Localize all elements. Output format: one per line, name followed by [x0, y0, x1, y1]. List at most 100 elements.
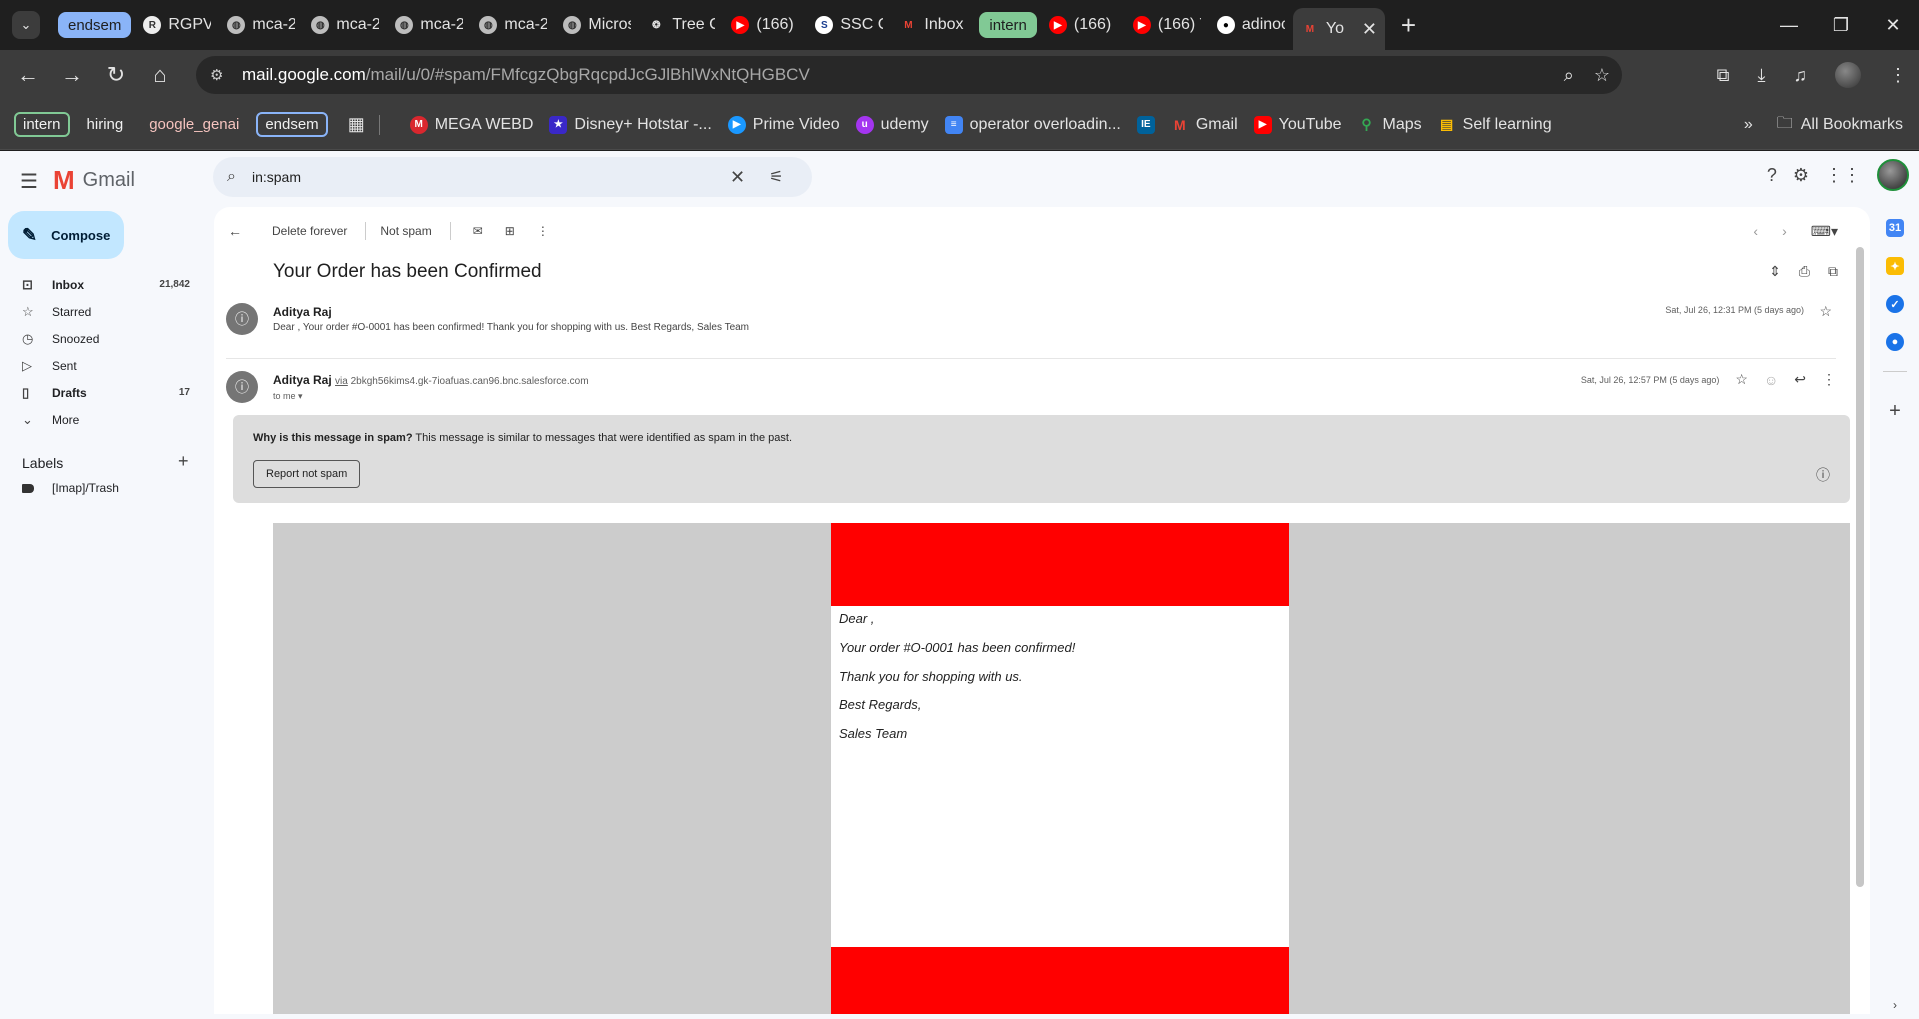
chrome-menu-icon[interactable]: ⋮ — [1889, 65, 1907, 86]
tab-mca-2[interactable]: ◍ mca-2 — [303, 7, 387, 43]
hide-side-panel-icon[interactable]: › — [1893, 998, 1897, 1012]
mail-search-bar[interactable]: ⌕ ✕ ⚟ — [213, 157, 812, 197]
bookmark-gmail[interactable]: M Gmail — [1171, 116, 1238, 134]
tasks-icon[interactable]: ✓ — [1886, 295, 1904, 313]
tab-mca-2[interactable]: ◍ mca-2 — [471, 7, 555, 43]
recipients-toggle[interactable]: to me ▾ — [273, 391, 303, 402]
account-avatar[interactable] — [1877, 159, 1909, 191]
search-icon[interactable]: ⌕ — [227, 168, 236, 186]
main-menu-icon[interactable]: ☰ — [20, 169, 38, 194]
bookmark-self-learning[interactable]: ▤ Self learning — [1438, 116, 1552, 134]
tab--166-[interactable]: ▶ (166) — [1041, 7, 1125, 43]
print-icon[interactable]: ⎙ — [1799, 263, 1810, 280]
mark-unread-icon[interactable]: ✉ — [473, 224, 483, 238]
collapsed-message[interactable]: ⓘ Aditya Raj Dear , Your order #O-0001 h… — [226, 295, 1836, 359]
reload-icon[interactable]: ↻ — [94, 62, 138, 88]
forward-icon[interactable]: → — [50, 62, 94, 88]
nav-drafts[interactable]: ▯ Drafts 17 — [0, 379, 200, 406]
bookmark-star-icon[interactable]: ☆ — [1594, 65, 1610, 86]
bookmark-disney-hotstar[interactable]: ★ Disney+ Hotstar -... — [549, 115, 712, 134]
tab--166-[interactable]: ▶ (166) — [723, 7, 807, 43]
bookmark-maps[interactable]: ⚲ Maps — [1358, 116, 1421, 134]
more-icon[interactable]: ⋮ — [1822, 371, 1836, 388]
tab-adinoc[interactable]: ● adinoc — [1209, 7, 1293, 43]
zoom-icon[interactable]: ⌕ — [1564, 65, 1574, 86]
download-icon[interactable]: ⤓ — [1758, 65, 1766, 86]
star-icon[interactable]: ☆ — [1819, 303, 1832, 320]
bookmark-group-google-genai[interactable]: google_genai — [140, 112, 248, 137]
older-icon[interactable]: › — [1782, 223, 1787, 239]
calendar-icon[interactable]: 31 — [1886, 219, 1904, 237]
bookmark-operator-overloadin[interactable]: ≡ operator overloadin... — [944, 115, 1121, 134]
label-imap-trash[interactable]: [Imap]/Trash — [22, 481, 119, 495]
emoji-react-icon[interactable]: ☺ — [1764, 372, 1778, 388]
settings-icon[interactable]: ⚙ — [1793, 165, 1809, 186]
info-icon[interactable]: ⓘ — [1816, 465, 1830, 485]
more-bookmarks-icon[interactable]: » — [1744, 116, 1753, 134]
tab-rgpv[interactable]: R RGPV — [135, 7, 219, 43]
not-spam-button[interactable]: Not spam — [380, 224, 431, 238]
tab-search-button[interactable]: ⌄ — [12, 11, 40, 39]
tab-mca-2[interactable]: ◍ mca-2 — [219, 7, 303, 43]
url-text[interactable]: mail.google.com/mail/u/0/#spam/FMfcgzQbg… — [242, 65, 810, 85]
minimize-icon[interactable]: — — [1763, 15, 1815, 36]
input-tools-icon[interactable]: ⌨▾ — [1811, 223, 1838, 240]
bookmark-ieee[interactable]: IE — [1136, 115, 1155, 134]
media-control-icon[interactable]: ♫ — [1794, 65, 1808, 86]
expand-all-icon[interactable]: ⇕ — [1769, 263, 1781, 280]
nav-inbox[interactable]: ⊡ Inbox 21,842 — [0, 271, 200, 298]
tab-mca-2[interactable]: ◍ mca-2 — [387, 7, 471, 43]
more-actions-icon[interactable]: ⋮ — [537, 224, 549, 238]
apps-grid-icon[interactable]: ▦ — [348, 114, 365, 135]
newer-icon[interactable]: ‹ — [1753, 223, 1758, 239]
get-addons-icon[interactable]: + — [1889, 400, 1901, 423]
bookmark-mega-webd[interactable]: M MEGA WEBD — [409, 115, 533, 134]
star-icon[interactable]: ☆ — [1735, 371, 1748, 388]
add-label-icon[interactable]: + — [178, 451, 189, 472]
compose-button[interactable]: ✎ Compose — [8, 211, 124, 259]
tab-tree-c[interactable]: ❂ Tree C — [639, 7, 723, 43]
tab-group-endsem[interactable]: endsem — [58, 12, 132, 38]
new-tab-button[interactable]: + — [1401, 12, 1416, 38]
bookmark-prime-video[interactable]: ▶ Prime Video — [727, 115, 840, 134]
tab--166-y[interactable]: ▶ (166) Y — [1125, 7, 1209, 43]
nav-more[interactable]: ⌄ More — [0, 406, 200, 433]
reply-icon[interactable]: ↩ — [1794, 371, 1806, 388]
report-not-spam-button[interactable]: Report not spam — [253, 460, 361, 488]
site-info-icon[interactable]: ⚙ — [210, 66, 230, 84]
address-bar[interactable]: ⚙ mail.google.com/mail/u/0/#spam/FMfcgzQ… — [196, 56, 1622, 94]
bookmark-youtube[interactable]: ▶ YouTube — [1253, 115, 1342, 134]
tab-group-intern[interactable]: intern — [979, 12, 1037, 38]
close-window-icon[interactable]: ✕ — [1867, 15, 1919, 36]
bookmark-group-endsem[interactable]: endsem — [256, 112, 328, 137]
scrollbar[interactable] — [1856, 247, 1864, 887]
keep-icon[interactable]: ✦ — [1886, 257, 1904, 275]
bookmark-udemy[interactable]: u udemy — [855, 115, 929, 134]
move-to-icon[interactable]: ⊞ — [505, 224, 515, 238]
tab-micros[interactable]: ◍ Micros — [555, 7, 639, 43]
gmail-logo[interactable]: M Gmail — [53, 165, 135, 196]
tab-ssc-c[interactable]: S SSC C — [807, 7, 891, 43]
delete-forever-button[interactable]: Delete forever — [272, 224, 347, 238]
profile-avatar[interactable] — [1835, 62, 1861, 88]
nav-snoozed[interactable]: ◷ Snoozed — [0, 325, 200, 352]
back-icon[interactable]: ← — [6, 62, 50, 88]
help-icon[interactable]: ? — [1767, 165, 1777, 186]
close-tab-icon[interactable]: ✕ — [1362, 19, 1377, 40]
bookmark-group-hiring[interactable]: hiring — [78, 112, 133, 137]
home-icon[interactable]: ⌂ — [138, 62, 182, 88]
open-new-window-icon[interactable]: ⧉ — [1828, 263, 1838, 280]
search-options-icon[interactable]: ⚟ — [769, 167, 783, 187]
nav-sent[interactable]: ▷ Sent — [0, 352, 200, 379]
google-apps-icon[interactable]: ⋮⋮ — [1825, 165, 1861, 186]
tab-yo[interactable]: M Yo ✕ — [1292, 8, 1385, 50]
all-bookmarks[interactable]: 🗀 All Bookmarks — [1777, 112, 1903, 139]
bookmark-group-intern[interactable]: intern — [14, 112, 70, 137]
back-to-list-icon[interactable]: ← — [228, 223, 242, 239]
nav-starred[interactable]: ☆ Starred — [0, 298, 200, 325]
extensions-icon[interactable]: ⧉ — [1717, 65, 1730, 86]
contacts-icon[interactable]: ● — [1886, 333, 1904, 351]
tab-inbox[interactable]: M Inbox — [891, 7, 975, 43]
restore-icon[interactable]: ❐ — [1815, 15, 1867, 36]
search-input[interactable] — [251, 169, 722, 185]
